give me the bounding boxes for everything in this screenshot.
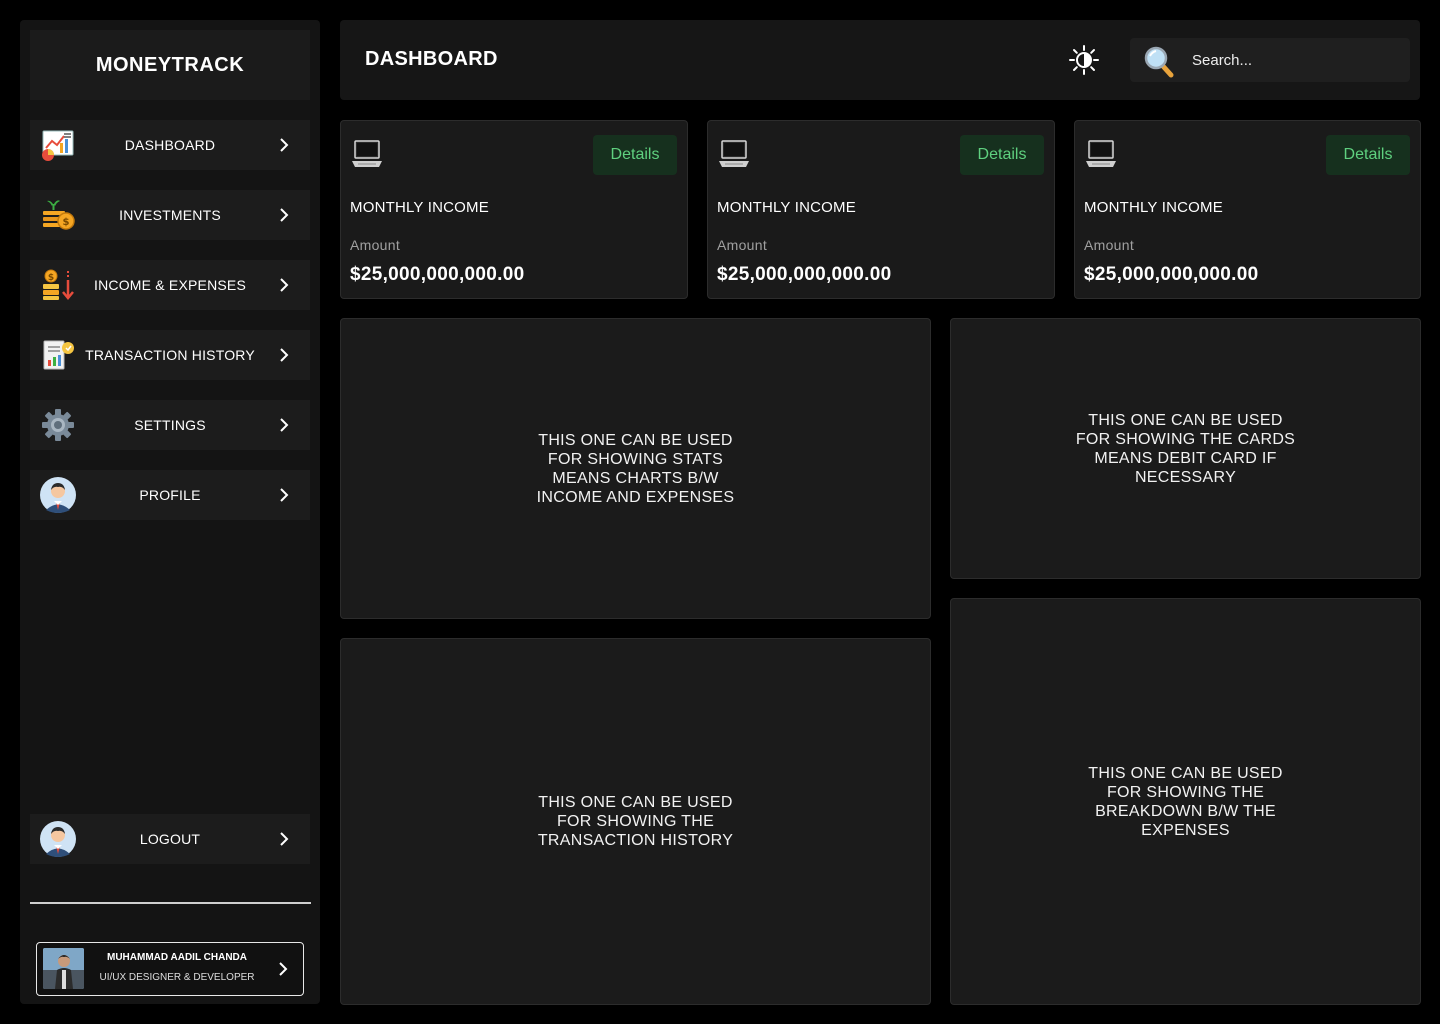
stats-chart-panel: THIS ONE CAN BE USED FOR SHOWING STATS M… [340,318,931,619]
amount-value: $25,000,000,000.00 [717,264,892,285]
details-button[interactable]: Details [1326,135,1410,175]
details-button[interactable]: Details [593,135,677,175]
amount-label: Amount [350,237,401,253]
chevron-right-icon [280,208,289,222]
panel-placeholder-text: THIS ONE CAN BE USED FOR SHOWING THE BRE… [1088,764,1283,839]
brightness-icon[interactable] [1068,44,1100,76]
amount-label: Amount [1084,237,1135,253]
chevron-right-icon [279,962,288,976]
svg-text:$: $ [48,273,54,283]
transaction-history-icon [40,338,76,372]
search-input[interactable] [1192,48,1392,72]
amount-value: $25,000,000,000.00 [350,264,525,285]
panel-placeholder-text: THIS ONE CAN BE USED FOR SHOWING STATS M… [536,431,735,506]
sidebar-item-income-expenses[interactable]: $ INCOME & EXPENSES [30,260,310,310]
expense-breakdown-panel: THIS ONE CAN BE USED FOR SHOWING THE BRE… [950,598,1421,1005]
dashboard-chart-icon [40,128,76,162]
amount-label: Amount [717,237,768,253]
chevron-right-icon [280,348,289,362]
card-title: MONTHLY INCOME [717,199,856,216]
stat-card: Details MONTHLY INCOME Amount $25,000,00… [340,120,688,299]
cards-panel: THIS ONE CAN BE USED FOR SHOWING THE CAR… [950,318,1421,579]
sidebar: MONEYTRACK DASHBOARD $ INVESTMENTS $ INC… [20,20,320,1004]
income-expense-icon: $ [40,268,76,302]
sidebar-item-profile[interactable]: PROFILE [30,470,310,520]
sidebar-item-dashboard[interactable]: DASHBOARD [30,120,310,170]
chevron-right-icon [280,832,289,846]
avatar-icon [40,821,76,857]
sidebar-item-settings[interactable]: SETTINGS [30,400,310,450]
card-title: MONTHLY INCOME [350,199,489,216]
stat-card: Details MONTHLY INCOME Amount $25,000,00… [1074,120,1421,299]
card-title: MONTHLY INCOME [1084,199,1223,216]
transaction-history-panel: THIS ONE CAN BE USED FOR SHOWING THE TRA… [340,638,931,1005]
page-title: DASHBOARD [365,48,498,70]
chevron-right-icon [280,138,289,152]
details-button[interactable]: Details [960,135,1044,175]
user-role: UI/UX DESIGNER & DEVELOPER [99,972,255,983]
sidebar-item-transaction-history[interactable]: TRANSACTION HISTORY [30,330,310,380]
avatar-icon [40,477,76,513]
search-box [1130,38,1410,82]
chevron-right-icon [280,418,289,432]
laptop-icon [1086,140,1116,167]
amount-value: $25,000,000,000.00 [1084,264,1259,285]
chevron-right-icon [280,278,289,292]
search-icon[interactable] [1142,44,1176,78]
stat-card: Details MONTHLY INCOME Amount $25,000,00… [707,120,1055,299]
top-bar: DASHBOARD [340,20,1420,100]
user-profile-card[interactable]: MUHAMMAD AADIL CHANDA UI/UX DESIGNER & D… [36,942,304,996]
gear-icon [40,408,76,442]
sidebar-item-investments[interactable]: $ INVESTMENTS [30,190,310,240]
panel-placeholder-text: THIS ONE CAN BE USED FOR SHOWING THE CAR… [1075,411,1296,486]
svg-text:$: $ [63,217,70,228]
laptop-icon [352,140,382,167]
panel-placeholder-text: THIS ONE CAN BE USED FOR SHOWING THE TRA… [537,794,734,849]
user-name: MUHAMMAD AADIL CHANDA [107,952,247,963]
sidebar-item-logout[interactable]: LOGOUT [30,814,310,864]
chevron-right-icon [280,488,289,502]
laptop-icon [719,140,749,167]
user-photo [43,948,84,989]
sidebar-divider [30,902,311,904]
investment-coins-icon: $ [40,198,76,232]
brand-logo[interactable]: MONEYTRACK [30,30,310,100]
